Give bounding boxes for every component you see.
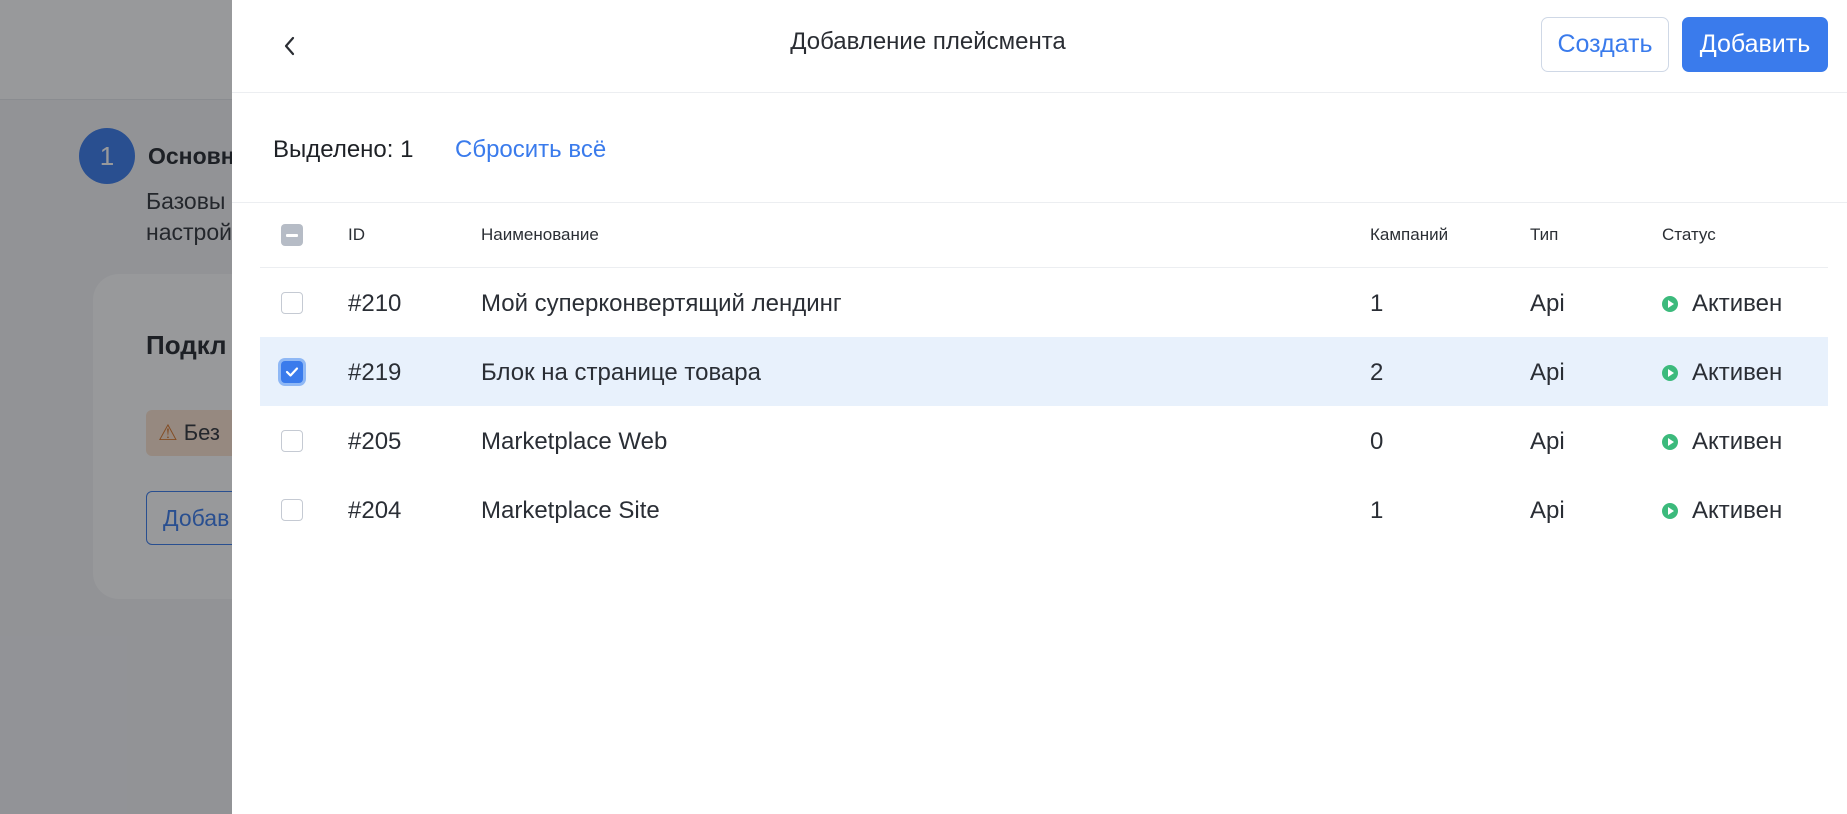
select-all-checkbox[interactable]: [281, 224, 303, 246]
status-text: Активен: [1692, 428, 1783, 455]
row-checkbox[interactable]: [281, 292, 303, 314]
row-campaigns: 1: [1370, 497, 1384, 524]
minus-icon: [286, 233, 298, 237]
selected-count: Выделено: 1: [273, 136, 414, 163]
row-type: Api: [1530, 497, 1565, 524]
status-text: Активен: [1692, 359, 1783, 386]
reset-all-link[interactable]: Сбросить всё: [455, 136, 606, 164]
play-status-icon: [1662, 503, 1678, 519]
row-name: Marketplace Web: [481, 428, 668, 455]
row-name: Мой суперконвертящий лендинг: [481, 290, 842, 317]
play-status-icon: [1662, 296, 1678, 312]
row-status: Активен: [1662, 428, 1782, 456]
row-id: #205: [348, 428, 402, 455]
row-checkbox[interactable]: [281, 499, 303, 521]
row-id: #210: [348, 290, 402, 317]
table-row[interactable]: #205 Marketplace Web 0 Api Активен: [260, 406, 1828, 475]
row-id: #219: [348, 359, 402, 386]
selection-bar: Выделено: 1 Сбросить всё: [232, 93, 1847, 203]
row-name: Marketplace Site: [481, 497, 660, 524]
table-row[interactable]: #204 Marketplace Site 1 Api Активен: [260, 475, 1828, 544]
status-text: Активен: [1692, 497, 1783, 524]
placements-table: ID Наименование Кампаний Тип Статус #210…: [260, 203, 1828, 544]
play-status-icon: [1662, 434, 1678, 450]
row-status: Активен: [1662, 497, 1782, 525]
row-campaigns: 2: [1370, 359, 1384, 386]
drawer-header: Добавление плейсмента Создать Добавить: [232, 0, 1847, 93]
add-placement-drawer: Добавление плейсмента Создать Добавить В…: [232, 0, 1847, 814]
row-checkbox[interactable]: [281, 430, 303, 452]
row-type: Api: [1530, 428, 1565, 455]
table-row[interactable]: #219 Блок на странице товара 2 Api Актив…: [260, 337, 1828, 406]
add-button[interactable]: Добавить: [1682, 17, 1828, 72]
header-id[interactable]: ID: [348, 225, 365, 245]
play-status-icon: [1662, 365, 1678, 381]
table-row[interactable]: #210 Мой суперконвертящий лендинг 1 Api …: [260, 268, 1828, 337]
status-text: Активен: [1692, 290, 1783, 317]
table-header: ID Наименование Кампаний Тип Статус: [260, 203, 1828, 268]
row-type: Api: [1530, 359, 1565, 386]
row-name: Блок на странице товара: [481, 359, 761, 386]
header-campaigns[interactable]: Кампаний: [1370, 225, 1448, 245]
header-name[interactable]: Наименование: [481, 225, 599, 245]
drawer-title: Добавление плейсмента: [790, 28, 1066, 55]
header-type[interactable]: Тип: [1530, 225, 1558, 245]
header-status[interactable]: Статус: [1662, 225, 1716, 245]
row-checkbox[interactable]: [281, 361, 303, 383]
row-type: Api: [1530, 290, 1565, 317]
row-campaigns: 0: [1370, 428, 1384, 455]
row-id: #204: [348, 497, 402, 524]
row-status: Активен: [1662, 359, 1782, 387]
checkmark-icon: [285, 367, 299, 377]
row-campaigns: 1: [1370, 290, 1384, 317]
create-button[interactable]: Создать: [1541, 17, 1669, 72]
row-status: Активен: [1662, 290, 1782, 318]
